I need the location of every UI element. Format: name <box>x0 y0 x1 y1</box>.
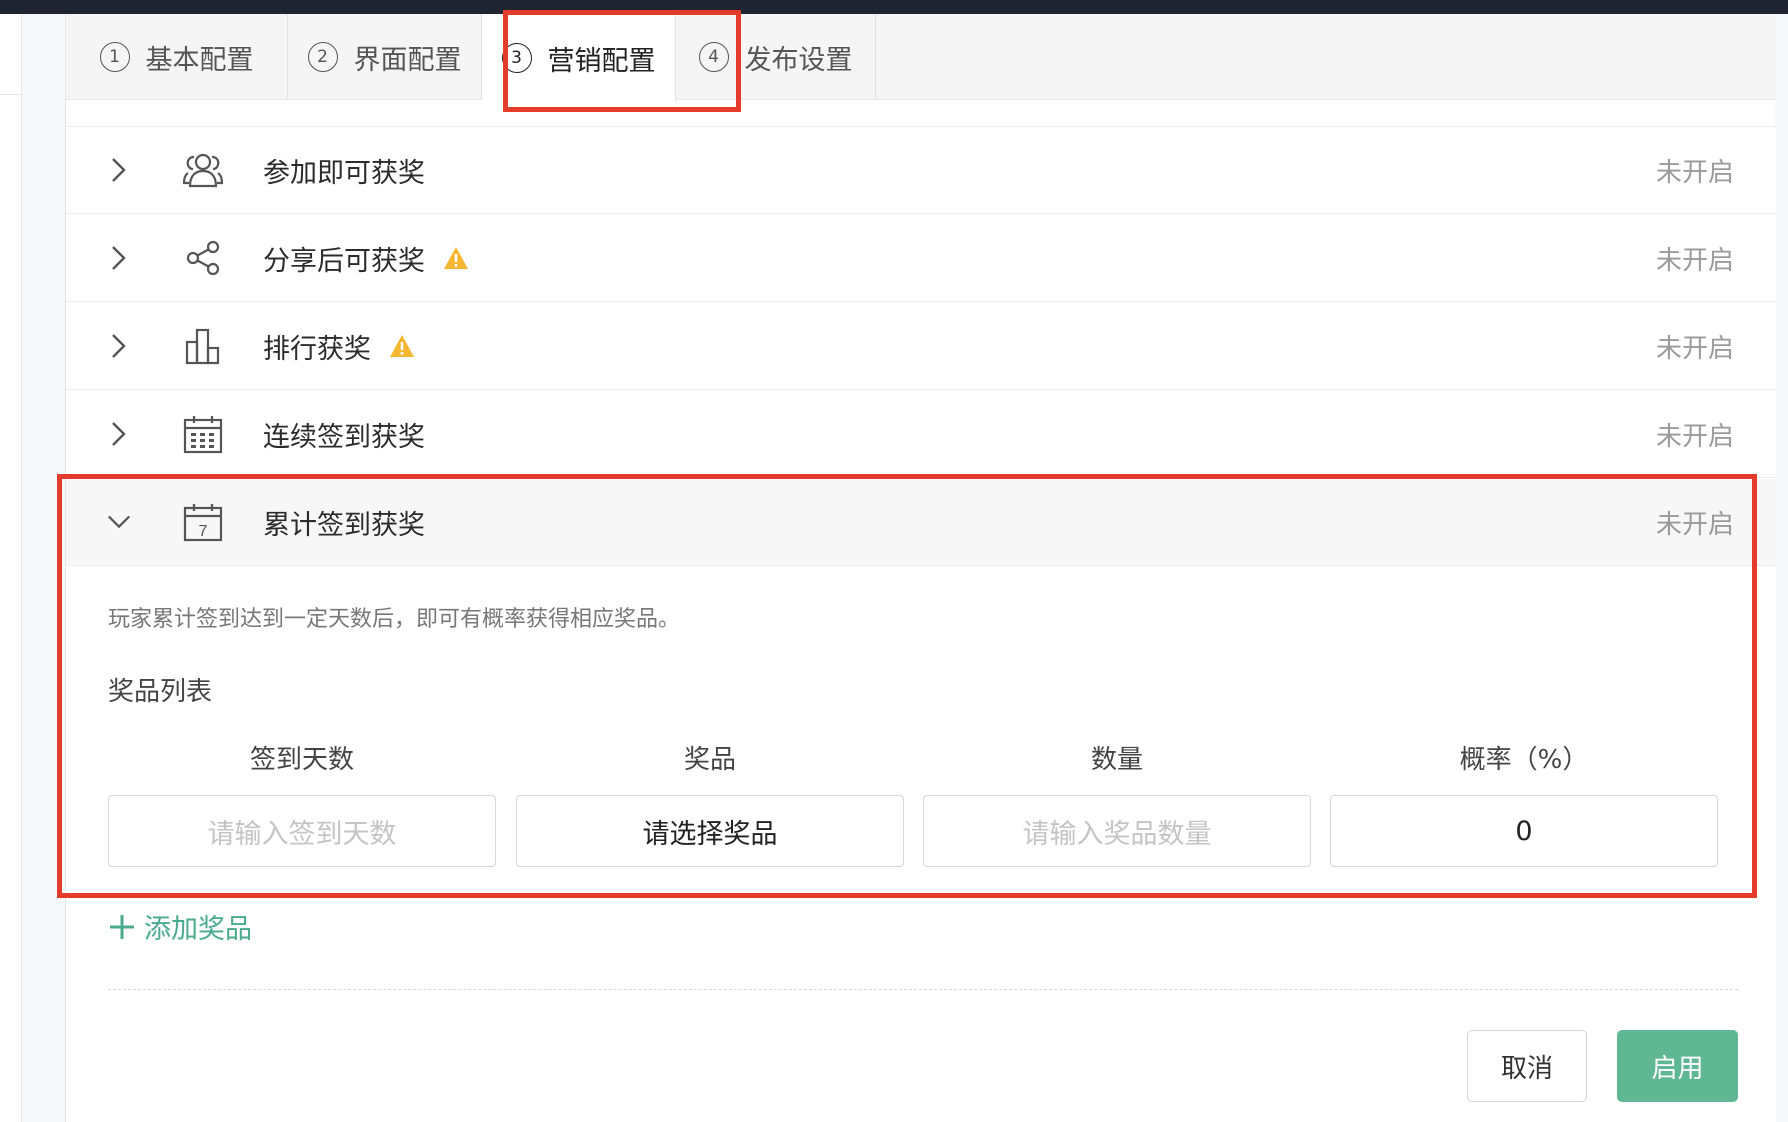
warning-icon <box>389 334 415 358</box>
status-label: 未开启 <box>1655 157 1734 188</box>
reward-title-text: 累计签到获奖 <box>263 509 425 541</box>
probability-input[interactable]: 0 <box>1330 795 1718 867</box>
calendar-7-icon: 7 <box>182 501 224 543</box>
prize-list-title: 奖品列表 <box>108 677 213 707</box>
tab-basic-config[interactable]: 1 基本配置 <box>66 14 288 100</box>
status-label: 未开启 <box>1655 509 1734 540</box>
sidebar-divider <box>0 94 22 95</box>
prize-select[interactable]: 请选择奖品 <box>516 795 904 867</box>
calendar-day-number: 7 <box>199 523 208 540</box>
step-number: 4 <box>698 42 729 72</box>
expanded-section-body: 玩家累计签到达到一定天数后，即可有概率获得相应奖品。 奖品列表 签到天数 奖品 … <box>66 567 1776 1122</box>
reward-title: 排行获奖 <box>263 327 415 366</box>
plus-icon <box>108 913 136 941</box>
reward-title-text: 分享后可获奖 <box>263 245 425 277</box>
tab-interface-config[interactable]: 2 界面配置 <box>288 14 482 100</box>
status-label: 未开启 <box>1655 245 1734 276</box>
reward-row-participate[interactable]: 参加即可获奖 未开启 <box>66 127 1776 214</box>
left-gutter <box>23 14 65 1122</box>
chevron-down-icon[interactable] <box>106 509 132 535</box>
top-bar <box>0 0 1788 14</box>
column-header-probability: 概率（%） <box>1459 745 1589 775</box>
tab-label: 界面配置 <box>353 44 462 76</box>
reward-title-text: 连续签到获奖 <box>263 421 425 453</box>
reward-title: 参加即可获奖 <box>263 151 425 190</box>
ranking-icon <box>182 325 224 367</box>
warning-icon <box>443 246 469 270</box>
column-header-days: 签到天数 <box>249 745 354 775</box>
prize-quantity-input[interactable]: 请输入奖品数量 <box>923 795 1311 867</box>
share-icon <box>182 237 224 279</box>
step-number: 1 <box>99 42 130 72</box>
reward-title: 分享后可获奖 <box>263 239 469 278</box>
reward-title-text: 参加即可获奖 <box>263 157 425 189</box>
add-prize-label: 添加奖品 <box>144 914 252 945</box>
step-number: 2 <box>307 42 338 72</box>
tab-label: 发布设置 <box>744 44 853 76</box>
chevron-right-icon[interactable] <box>106 421 132 447</box>
reward-title: 累计签到获奖 <box>263 503 425 542</box>
step-number: 3 <box>501 43 532 73</box>
chevron-right-icon[interactable] <box>106 157 132 183</box>
chevron-right-icon[interactable] <box>106 333 132 359</box>
column-header-quantity: 数量 <box>1090 745 1143 775</box>
reward-title-text: 排行获奖 <box>263 333 371 365</box>
checkin-days-input[interactable]: 请输入签到天数 <box>108 795 496 867</box>
step-tabs: 1 基本配置 2 界面配置 3 营销配置 4 发布设置 <box>66 14 1776 102</box>
add-prize-button[interactable]: 添加奖品 <box>108 907 252 946</box>
reward-row-share[interactable]: 分享后可获奖 未开启 <box>66 215 1776 302</box>
reward-row-cumulative-checkin[interactable]: 7 累计签到获奖 未开启 <box>66 479 1776 566</box>
chevron-right-icon[interactable] <box>106 245 132 271</box>
enable-button[interactable]: 启用 <box>1617 1030 1738 1102</box>
reward-title: 连续签到获奖 <box>263 415 425 454</box>
status-label: 未开启 <box>1655 333 1734 364</box>
users-icon <box>182 149 224 191</box>
cancel-button[interactable]: 取消 <box>1467 1030 1587 1102</box>
tab-label: 营销配置 <box>547 45 656 77</box>
reward-row-consecutive-checkin[interactable]: 连续签到获奖 未开启 <box>66 391 1776 478</box>
right-gutter <box>1775 14 1788 1122</box>
tab-label: 基本配置 <box>145 44 254 76</box>
left-sidebar-edge <box>0 14 22 1122</box>
dashed-divider <box>108 989 1738 990</box>
section-description: 玩家累计签到达到一定天数后，即可有概率获得相应奖品。 <box>108 607 681 632</box>
config-panel: 1 基本配置 2 界面配置 3 营销配置 4 发布设置 参加即可获奖 未开启 分… <box>65 14 1776 1122</box>
status-label: 未开启 <box>1655 421 1734 452</box>
reward-row-ranking[interactable]: 排行获奖 未开启 <box>66 303 1776 390</box>
column-header-prize: 奖品 <box>683 745 736 775</box>
calendar-icon <box>182 413 224 455</box>
tab-marketing-config[interactable]: 3 营销配置 <box>482 14 676 102</box>
tab-publish-settings[interactable]: 4 发布设置 <box>676 14 876 100</box>
